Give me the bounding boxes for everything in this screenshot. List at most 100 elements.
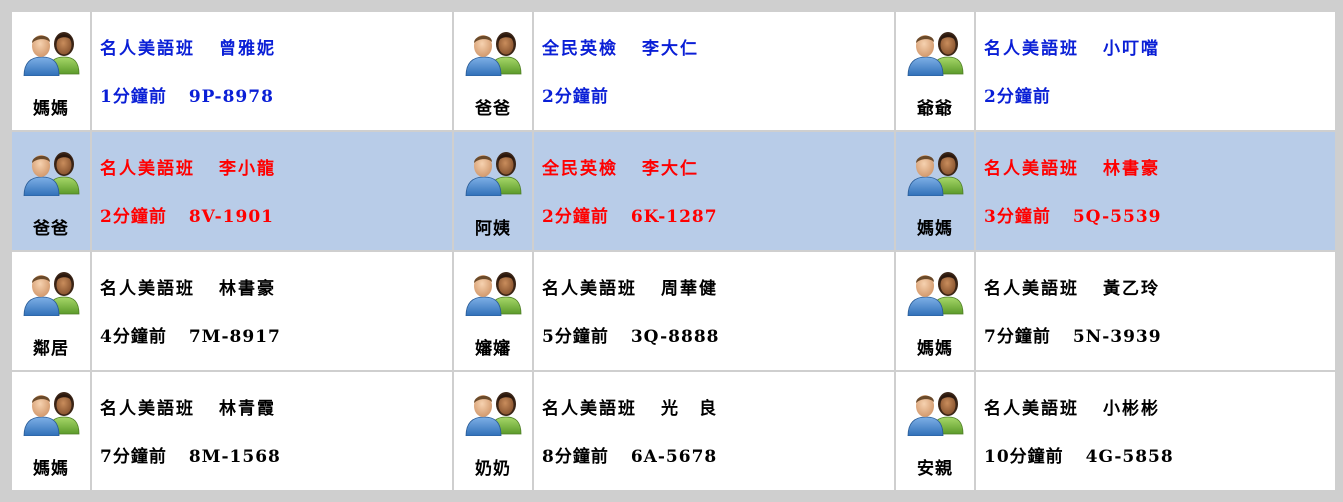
license-plate: 8V-1901 — [188, 207, 274, 227]
class-student-line: 名人美語班 周華健 — [542, 274, 894, 299]
license-plate: 6K-1287 — [630, 207, 718, 227]
parents-avatar-icon — [23, 152, 80, 196]
elapsed-time: 10分鐘前 — [984, 447, 1064, 467]
license-plate: 6A-5678 — [630, 447, 718, 467]
elapsed-time: 1分鐘前 — [100, 87, 167, 107]
time-plate-line: 3分鐘前 5Q-5539 — [984, 202, 1335, 227]
cell-left-panel: 奶奶 — [454, 372, 534, 490]
time-plate-line: 10分鐘前 4G-5858 — [984, 442, 1335, 467]
pickup-cell[interactable]: 安親 名人美語班 小彬彬 10分鐘前 4G-5858 — [896, 372, 1335, 490]
elapsed-time: 2分鐘前 — [542, 87, 609, 107]
class-student-line: 全民英檢 李大仁 — [542, 34, 894, 59]
pickup-cell[interactable]: 爺爺 名人美語班 小叮噹 2分鐘前 — [896, 12, 1335, 130]
class-name: 名人美語班 — [542, 399, 637, 419]
pickup-cell[interactable]: 嬸嬸 名人美語班 周華健 5分鐘前 3Q-8888 — [454, 252, 894, 370]
student-name: 李大仁 — [642, 159, 699, 179]
pickup-role: 安親 — [917, 459, 953, 479]
cell-left-panel: 嬸嬸 — [454, 252, 534, 370]
pickup-cell[interactable]: 媽媽 名人美語班 曾雅妮 1分鐘前 9P-8978 — [12, 12, 452, 130]
pickup-role: 奶奶 — [475, 459, 511, 479]
pickup-cell[interactable]: 奶奶 名人美語班 光 良 8分鐘前 6A-5678 — [454, 372, 894, 490]
pickup-cell[interactable]: 媽媽 名人美語班 林書豪 3分鐘前 5Q-5539 — [896, 132, 1335, 250]
parents-avatar-icon — [465, 152, 522, 196]
cell-right-panel: 全民英檢 李大仁 2分鐘前 — [534, 12, 894, 130]
class-student-line: 名人美語班 光 良 — [542, 394, 894, 419]
license-plate: 5Q-5539 — [1072, 207, 1162, 227]
student-name: 林書豪 — [1103, 159, 1160, 179]
pickup-board: 媽媽 名人美語班 曾雅妮 1分鐘前 9P-8978 爸爸 全民英檢 李大仁 2分… — [12, 12, 1335, 490]
time-plate-line: 8分鐘前 6A-5678 — [542, 442, 894, 467]
class-name: 名人美語班 — [984, 399, 1079, 419]
time-plate-line: 4分鐘前 7M-8917 — [100, 322, 452, 347]
time-plate-line: 7分鐘前 5N-3939 — [984, 322, 1335, 347]
class-student-line: 名人美語班 小彬彬 — [984, 394, 1335, 419]
pickup-role: 媽媽 — [917, 339, 953, 359]
cell-right-panel: 名人美語班 光 良 8分鐘前 6A-5678 — [534, 372, 894, 490]
parents-avatar-icon — [465, 272, 522, 316]
cell-left-panel: 爸爸 — [12, 132, 92, 250]
cell-left-panel: 安親 — [896, 372, 976, 490]
class-student-line: 名人美語班 林書豪 — [984, 154, 1335, 179]
cell-left-panel: 阿姨 — [454, 132, 534, 250]
class-student-line: 名人美語班 林青霞 — [100, 394, 452, 419]
pickup-role: 鄰居 — [33, 339, 69, 359]
cell-left-panel: 鄰居 — [12, 252, 92, 370]
parents-avatar-icon — [907, 392, 964, 436]
license-plate: 9P-8978 — [188, 87, 274, 107]
pickup-role: 爸爸 — [475, 99, 511, 119]
license-plate: 3Q-8888 — [630, 327, 720, 347]
license-plate: 5N-3939 — [1072, 327, 1162, 347]
time-plate-line: 2分鐘前 — [984, 82, 1335, 107]
class-name: 名人美語班 — [100, 399, 195, 419]
cell-right-panel: 名人美語班 林青霞 7分鐘前 8M-1568 — [92, 372, 452, 490]
pickup-cell[interactable]: 鄰居 名人美語班 林書豪 4分鐘前 7M-8917 — [12, 252, 452, 370]
cell-right-panel: 名人美語班 小彬彬 10分鐘前 4G-5858 — [976, 372, 1335, 490]
pickup-role: 爸爸 — [33, 219, 69, 239]
cell-left-panel: 媽媽 — [896, 252, 976, 370]
cell-left-panel: 媽媽 — [12, 12, 92, 130]
parents-avatar-icon — [23, 272, 80, 316]
license-plate: 8M-1568 — [188, 447, 281, 467]
cell-right-panel: 名人美語班 小叮噹 2分鐘前 — [976, 12, 1335, 130]
pickup-cell[interactable]: 阿姨 全民英檢 李大仁 2分鐘前 6K-1287 — [454, 132, 894, 250]
class-student-line: 全民英檢 李大仁 — [542, 154, 894, 179]
pickup-role: 媽媽 — [33, 99, 69, 119]
student-name: 李大仁 — [642, 39, 699, 59]
pickup-role: 媽媽 — [917, 219, 953, 239]
elapsed-time: 3分鐘前 — [984, 207, 1051, 227]
parents-avatar-icon — [23, 32, 80, 76]
pickup-cell[interactable]: 媽媽 名人美語班 林青霞 7分鐘前 8M-1568 — [12, 372, 452, 490]
class-name: 名人美語班 — [542, 279, 637, 299]
class-name: 全民英檢 — [542, 39, 618, 59]
elapsed-time: 2分鐘前 — [100, 207, 167, 227]
time-plate-line: 2分鐘前 8V-1901 — [100, 202, 452, 227]
class-name: 名人美語班 — [984, 279, 1079, 299]
pickup-cell[interactable]: 媽媽 名人美語班 黃乙玲 7分鐘前 5N-3939 — [896, 252, 1335, 370]
student-name: 光 良 — [661, 399, 718, 419]
class-student-line: 名人美語班 李小龍 — [100, 154, 452, 179]
cell-left-panel: 爺爺 — [896, 12, 976, 130]
student-name: 林青霞 — [219, 399, 276, 419]
class-name: 名人美語班 — [984, 159, 1079, 179]
cell-right-panel: 名人美語班 周華健 5分鐘前 3Q-8888 — [534, 252, 894, 370]
pickup-role: 嬸嬸 — [475, 339, 511, 359]
cell-right-panel: 名人美語班 林書豪 3分鐘前 5Q-5539 — [976, 132, 1335, 250]
parents-avatar-icon — [907, 32, 964, 76]
pickup-cell[interactable]: 爸爸 全民英檢 李大仁 2分鐘前 — [454, 12, 894, 130]
parents-avatar-icon — [465, 392, 522, 436]
cell-right-panel: 名人美語班 林書豪 4分鐘前 7M-8917 — [92, 252, 452, 370]
pickup-cell[interactable]: 爸爸 名人美語班 李小龍 2分鐘前 8V-1901 — [12, 132, 452, 250]
elapsed-time: 2分鐘前 — [984, 87, 1051, 107]
class-student-line: 名人美語班 曾雅妮 — [100, 34, 452, 59]
parents-avatar-icon — [907, 152, 964, 196]
pickup-role: 爺爺 — [917, 99, 953, 119]
parents-avatar-icon — [907, 272, 964, 316]
class-name: 名人美語班 — [100, 39, 195, 59]
student-name: 周華健 — [661, 279, 718, 299]
student-name: 林書豪 — [219, 279, 276, 299]
time-plate-line: 1分鐘前 9P-8978 — [100, 82, 452, 107]
time-plate-line: 2分鐘前 — [542, 82, 894, 107]
elapsed-time: 7分鐘前 — [984, 327, 1051, 347]
time-plate-line: 2分鐘前 6K-1287 — [542, 202, 894, 227]
class-student-line: 名人美語班 小叮噹 — [984, 34, 1335, 59]
